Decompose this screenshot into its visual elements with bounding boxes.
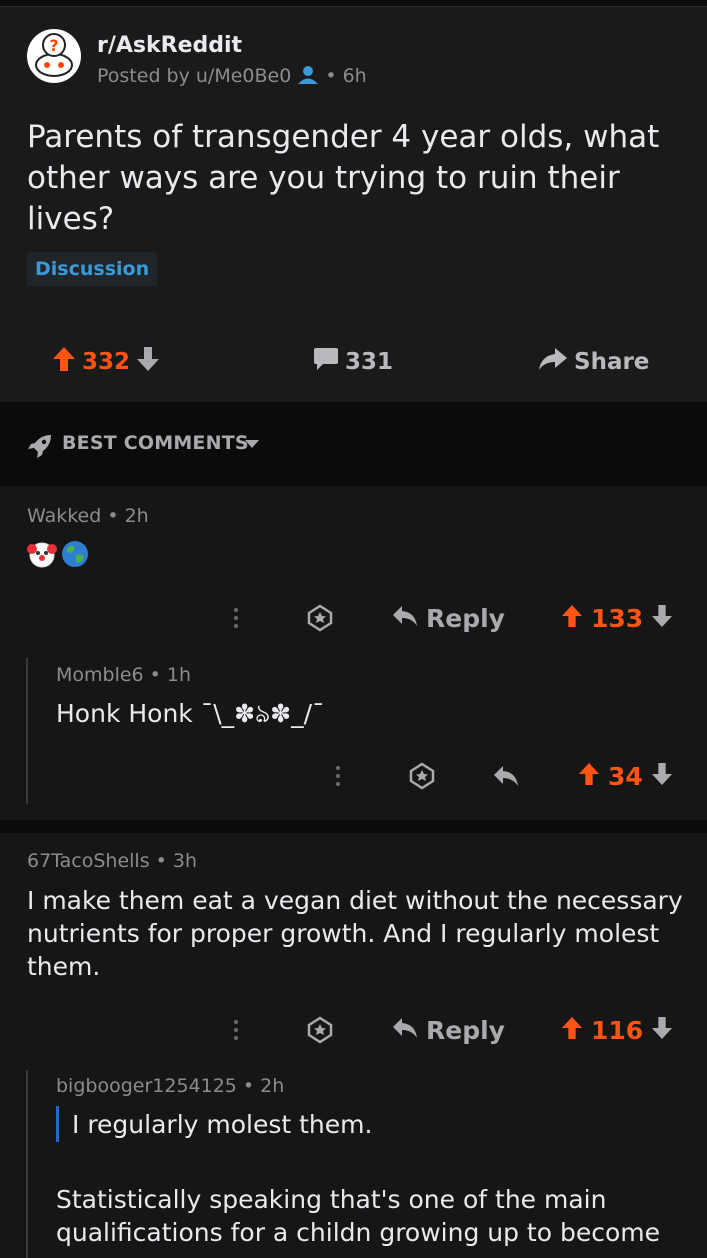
reply-author-meta[interactable]: bigbooger1254125 • 2h (56, 1075, 284, 1097)
post-meta: Posted by u/Me0Be0 • 6h (97, 65, 367, 90)
upvote-icon[interactable] (52, 346, 76, 378)
downvote-icon[interactable] (651, 762, 673, 790)
comment-actions: Reply 133 (0, 600, 707, 636)
post-comment-count: 331 (345, 349, 394, 375)
share-button[interactable]: Share (538, 342, 655, 382)
comment-sort-bar[interactable]: BEST COMMENTS (0, 402, 707, 486)
sort-label[interactable]: BEST COMMENTS (62, 432, 249, 454)
reply-body: Statistically speaking that's one of the… (56, 1185, 661, 1247)
globe-icon (61, 540, 89, 572)
more-options-icon[interactable] (228, 600, 244, 636)
chevron-down-icon[interactable] (245, 440, 259, 448)
post-comments-button[interactable]: 331 (313, 342, 399, 382)
reply-button[interactable]: Reply (392, 600, 505, 636)
subreddit-name[interactable]: r/AskReddit (97, 33, 242, 58)
reply-label: Reply (426, 1015, 505, 1045)
reply-icon[interactable] (493, 758, 519, 794)
downvote-icon[interactable] (651, 1016, 673, 1044)
upvote-icon[interactable] (561, 604, 583, 632)
post-card[interactable]: ? r/AskReddit Posted by u/Me0Be0 • 6h Par… (0, 7, 707, 402)
user-icon (297, 65, 319, 90)
post-flair[interactable]: Discussion (27, 252, 158, 286)
comment-actions: Reply 116 (0, 1012, 707, 1048)
reply-button[interactable]: Reply (392, 1012, 505, 1048)
post-title[interactable]: Parents of transgender 4 year olds, what… (27, 117, 687, 240)
reply-actions: 34 (0, 758, 707, 794)
reply-label: Reply (426, 603, 505, 633)
subreddit-avatar[interactable]: ? (27, 29, 81, 83)
reply-icon (392, 1017, 418, 1043)
post-vote-bar: 332 (52, 342, 160, 382)
downvote-icon[interactable] (136, 346, 160, 378)
svg-text:?: ? (49, 36, 58, 55)
post-score: 332 (82, 349, 131, 375)
reply-body: Honk Honk ¯\_✽ঌ✽_/¯ (56, 699, 325, 728)
more-options-icon[interactable] (330, 758, 346, 794)
award-icon[interactable] (306, 600, 334, 636)
post-author[interactable]: Posted by u/Me0Be0 (97, 65, 291, 87)
award-icon[interactable] (306, 1012, 334, 1048)
comment-emoji (27, 540, 89, 572)
comment-vote-bar: 133 (561, 600, 673, 636)
thread-line[interactable] (26, 1070, 28, 1258)
reply-vote-bar: 34 (578, 758, 673, 794)
comment-author-meta[interactable]: 67TacoShells • 3h (27, 850, 197, 872)
comment-score: 116 (591, 1015, 644, 1045)
reply-quote: I regularly molest them. (72, 1110, 373, 1139)
comment-body: I make them eat a vegan diet without the… (27, 886, 683, 981)
award-icon[interactable] (408, 758, 436, 794)
share-label: Share (574, 349, 650, 375)
rocket-icon (27, 433, 53, 463)
post-age: • 6h (325, 65, 367, 87)
reply-author-meta[interactable]: Momble6 • 1h (56, 664, 191, 686)
top-divider (0, 0, 707, 7)
upvote-icon[interactable] (578, 762, 600, 790)
comment-score: 133 (591, 603, 644, 633)
downvote-icon[interactable] (651, 604, 673, 632)
share-icon (538, 347, 568, 377)
quote-bar (56, 1106, 59, 1142)
reply-icon (392, 605, 418, 631)
upvote-icon[interactable] (561, 1016, 583, 1044)
more-options-icon[interactable] (228, 1012, 244, 1048)
comment-separator (0, 820, 707, 833)
comment-icon (313, 347, 339, 377)
clown-face-icon (27, 540, 57, 572)
comment-author-meta[interactable]: Wakked • 2h (27, 505, 149, 527)
reply-score: 34 (608, 761, 643, 791)
comment-vote-bar: 116 (561, 1012, 673, 1048)
